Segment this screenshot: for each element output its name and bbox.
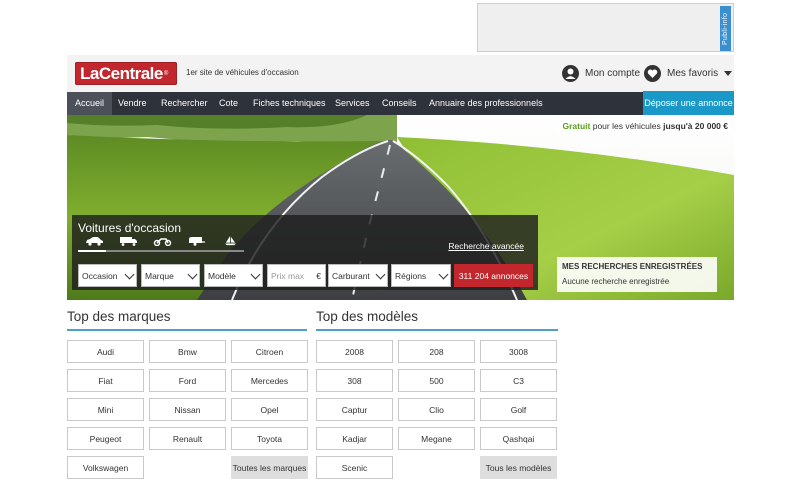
model-tile[interactable]: Qashqai xyxy=(480,427,557,450)
brand-tile[interactable]: Volkswagen xyxy=(67,456,144,479)
nav-item-conseils[interactable]: Conseils xyxy=(382,92,417,115)
account-link[interactable]: Mon compte xyxy=(562,65,640,82)
post-ad-button[interactable]: Déposer une annonce xyxy=(643,91,734,115)
ad-banner[interactable]: Publi-info xyxy=(477,3,734,52)
vehicle-tab-indicator xyxy=(78,250,244,252)
model-tile[interactable]: 500 xyxy=(398,369,475,392)
favorites-label: Mes favoris xyxy=(667,68,719,79)
saved-searches-panel[interactable]: MES RECHERCHES ENREGISTRÉES Aucune reche… xyxy=(557,257,717,292)
account-label: Mon compte xyxy=(585,68,641,79)
logo-registered-mark: ® xyxy=(163,70,168,77)
model-tile[interactable]: Megane xyxy=(398,427,475,450)
nav-item-vendre[interactable]: Vendre xyxy=(118,92,147,115)
condition-value: Occasion xyxy=(82,270,118,281)
user-icon xyxy=(562,65,579,82)
brand-tile[interactable]: Opel xyxy=(231,398,308,421)
car-icon[interactable] xyxy=(85,236,104,246)
model-tile[interactable]: 208 xyxy=(398,340,475,363)
condition-select[interactable]: Occasion xyxy=(78,264,137,287)
model-value: Modèle xyxy=(208,270,236,281)
caravan-icon[interactable] xyxy=(187,236,206,246)
region-value: Régions xyxy=(395,270,427,281)
model-tile[interactable]: 2008 xyxy=(316,340,393,363)
brand-tile[interactable]: Bmw xyxy=(149,340,226,363)
model-tile[interactable]: Scenic xyxy=(316,456,393,479)
chevron-down-icon xyxy=(375,269,386,280)
brand-tile[interactable]: Fiat xyxy=(67,369,144,392)
search-submit-button[interactable]: 311 204 annonces xyxy=(454,264,533,287)
brand-value: Marque xyxy=(145,270,174,281)
saved-searches-title: MES RECHERCHES ENREGISTRÉES xyxy=(562,262,703,271)
promo-free-label: Gratuit xyxy=(562,121,591,131)
nav-item-cote[interactable]: Cote xyxy=(219,92,238,115)
site-tagline: 1er site de véhicules d'occasion xyxy=(186,68,299,77)
nav-item-rechercher[interactable]: Rechercher xyxy=(161,92,208,115)
promo-banner[interactable]: Gratuit pour les véhicules jusqu'à 20 00… xyxy=(557,119,733,133)
model-tile[interactable]: Kadjar xyxy=(316,427,393,450)
chevron-down-icon xyxy=(124,269,135,280)
top-models-rule xyxy=(316,329,558,331)
brand-tile[interactable]: Audi xyxy=(67,340,144,363)
ad-tag: Publi-info xyxy=(720,6,731,51)
model-tile[interactable]: Captur xyxy=(316,398,393,421)
main-nav: Accueil Vendre Rechercher Cote Fiches te… xyxy=(67,91,734,119)
brand-tile[interactable]: Mini xyxy=(67,398,144,421)
brand-select[interactable]: Marque xyxy=(141,264,200,287)
nav-item-services[interactable]: Services xyxy=(335,92,370,115)
heart-icon xyxy=(644,65,661,82)
model-select[interactable]: Modèle xyxy=(204,264,263,287)
brand-tile[interactable]: Toyota xyxy=(231,427,308,450)
all-models-button[interactable]: Tous les modèles xyxy=(480,456,557,479)
site-header: LaCentrale ® 1er site de véhicules d'occa… xyxy=(67,55,734,92)
model-tile[interactable]: C3 xyxy=(480,369,557,392)
truck-icon[interactable] xyxy=(119,236,138,246)
chevron-down-icon xyxy=(438,269,449,280)
fuel-value: Carburant xyxy=(332,270,370,281)
brand-tile[interactable]: Ford xyxy=(149,369,226,392)
favorites-menu[interactable]: Mes favoris xyxy=(644,65,733,82)
saved-searches-empty: Aucune recherche enregistrée xyxy=(562,277,670,286)
motorbike-icon[interactable] xyxy=(153,236,172,246)
brand-tile[interactable]: Peugeot xyxy=(67,427,144,450)
vehicle-type-tabs xyxy=(85,236,240,246)
region-select[interactable]: Régions xyxy=(391,264,451,287)
max-price-input[interactable]: Prix max € xyxy=(267,264,326,287)
all-brands-button[interactable]: Toutes les marques xyxy=(231,456,308,479)
logo-text: LaCentrale xyxy=(80,63,163,83)
currency-symbol: € xyxy=(316,270,321,281)
brand-tile[interactable]: Nissan xyxy=(149,398,226,421)
boat-icon[interactable] xyxy=(221,236,240,246)
search-panel: Voitures d'occasion Recherche avancée Oc… xyxy=(72,215,538,290)
promo-middle: pour les véhicules xyxy=(590,121,664,131)
brand-tile[interactable]: Mercedes xyxy=(231,369,308,392)
chevron-down-icon xyxy=(250,269,261,280)
model-tile[interactable]: Clio xyxy=(398,398,475,421)
top-brands-rule xyxy=(67,329,307,331)
nav-item-accueil[interactable]: Accueil xyxy=(67,92,112,115)
promo-amount: jusqu'à 20 000 € xyxy=(663,121,728,131)
brand-tile[interactable]: Citroen xyxy=(231,340,308,363)
caret-down-icon xyxy=(724,70,733,76)
nav-item-fiches-techniques[interactable]: Fiches techniques xyxy=(253,92,326,115)
search-panel-title: Voitures d'occasion xyxy=(78,221,182,235)
fuel-select[interactable]: Carburant xyxy=(328,264,388,287)
top-models-title: Top des modèles xyxy=(316,309,419,324)
model-tile[interactable]: Golf xyxy=(480,398,557,421)
chevron-down-icon xyxy=(187,269,198,280)
max-price-placeholder: Prix max xyxy=(271,270,305,281)
top-brands-title: Top des marques xyxy=(67,309,171,324)
site-logo[interactable]: LaCentrale ® xyxy=(75,62,177,85)
advanced-search-link[interactable]: Recherche avancée xyxy=(448,241,524,251)
nav-item-annuaire[interactable]: Annuaire des professionnels xyxy=(429,92,543,115)
brand-tile[interactable]: Renault xyxy=(149,427,226,450)
model-tile[interactable]: 3008 xyxy=(480,340,557,363)
model-tile[interactable]: 308 xyxy=(316,369,393,392)
